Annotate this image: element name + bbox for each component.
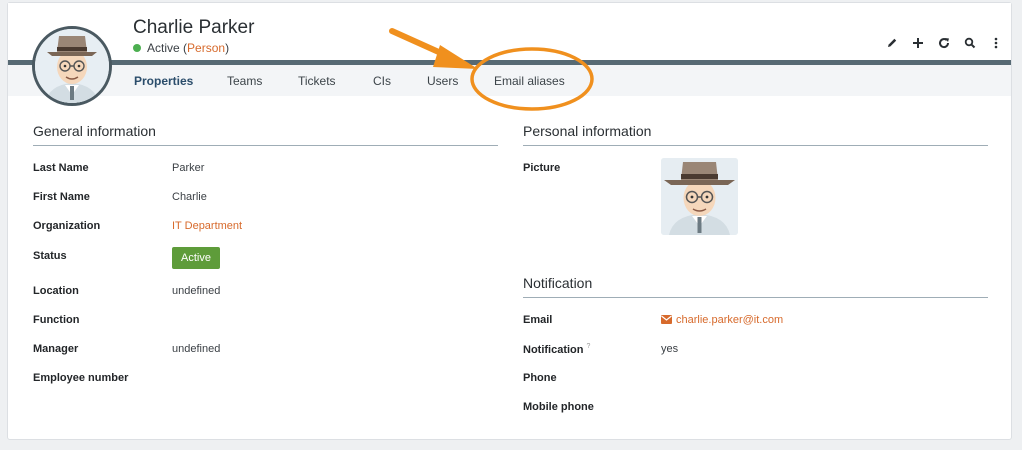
last-name-value: Parker [172, 162, 205, 174]
profile-picture[interactable] [661, 158, 738, 235]
person-details-card: Charlie Parker Active (Person) Propertie… [7, 2, 1012, 440]
tab-cis[interactable]: CIs [373, 74, 391, 88]
notification-divider [523, 297, 988, 298]
help-icon[interactable]: ? [587, 343, 591, 350]
status-line: Active (Person) [133, 41, 229, 55]
refresh-icon[interactable] [937, 36, 951, 50]
manager-value: undefined [172, 343, 221, 355]
personal-information-divider [523, 145, 988, 146]
function-label: Function [33, 314, 80, 326]
first-name-value: Charlie [172, 191, 207, 203]
general-information-divider [33, 145, 498, 146]
tab-teams[interactable]: Teams [227, 74, 262, 88]
avatar [32, 26, 112, 106]
mobile-phone-label: Mobile phone [523, 401, 594, 413]
envelope-icon [661, 315, 672, 327]
search-icon[interactable] [963, 36, 977, 50]
notification-title: Notification [523, 275, 593, 291]
tab-properties[interactable]: Properties [134, 74, 193, 88]
header-toolbar [885, 36, 1003, 50]
organization-link[interactable]: IT Department [172, 220, 242, 232]
email-label: Email [523, 314, 553, 326]
object-class-label: Person [187, 41, 226, 55]
person-name: Charlie Parker [133, 17, 255, 38]
status-dot-icon [133, 44, 141, 52]
notification-label-text: Notification [523, 344, 584, 356]
tab-bar: Properties Teams Tickets CIs Users Email… [8, 60, 1011, 96]
general-information-title: General information [33, 123, 156, 139]
class-close: ) [225, 41, 230, 55]
manager-label: Manager [33, 343, 79, 355]
notification-label: Notification? [523, 343, 590, 356]
phone-label: Phone [523, 372, 557, 384]
status-badge: Active [172, 247, 220, 269]
pencil-icon[interactable] [885, 36, 899, 50]
status-text: Active [147, 41, 180, 55]
organization-label: Organization [33, 220, 101, 232]
object-header: Charlie Parker Active (Person) [8, 3, 1011, 63]
kebab-menu-icon[interactable] [989, 36, 1003, 50]
status-label: Status [33, 250, 67, 262]
email-link[interactable]: charlie.parker@it.com [676, 314, 783, 326]
personal-information-title: Personal information [523, 123, 652, 139]
employee-number-label: Employee number [33, 372, 129, 384]
picture-label: Picture [523, 162, 561, 174]
notification-value: yes [661, 343, 679, 355]
tab-email-aliases[interactable]: Email aliases [494, 74, 565, 88]
first-name-label: First Name [33, 191, 90, 203]
location-label: Location [33, 285, 79, 297]
email-value: charlie.parker@it.com [661, 314, 783, 327]
plus-icon[interactable] [911, 36, 925, 50]
class-open: ( [179, 41, 188, 55]
tab-tickets[interactable]: Tickets [298, 74, 336, 88]
last-name-label: Last Name [33, 162, 89, 174]
tab-users[interactable]: Users [427, 74, 458, 88]
location-value: undefined [172, 285, 221, 297]
